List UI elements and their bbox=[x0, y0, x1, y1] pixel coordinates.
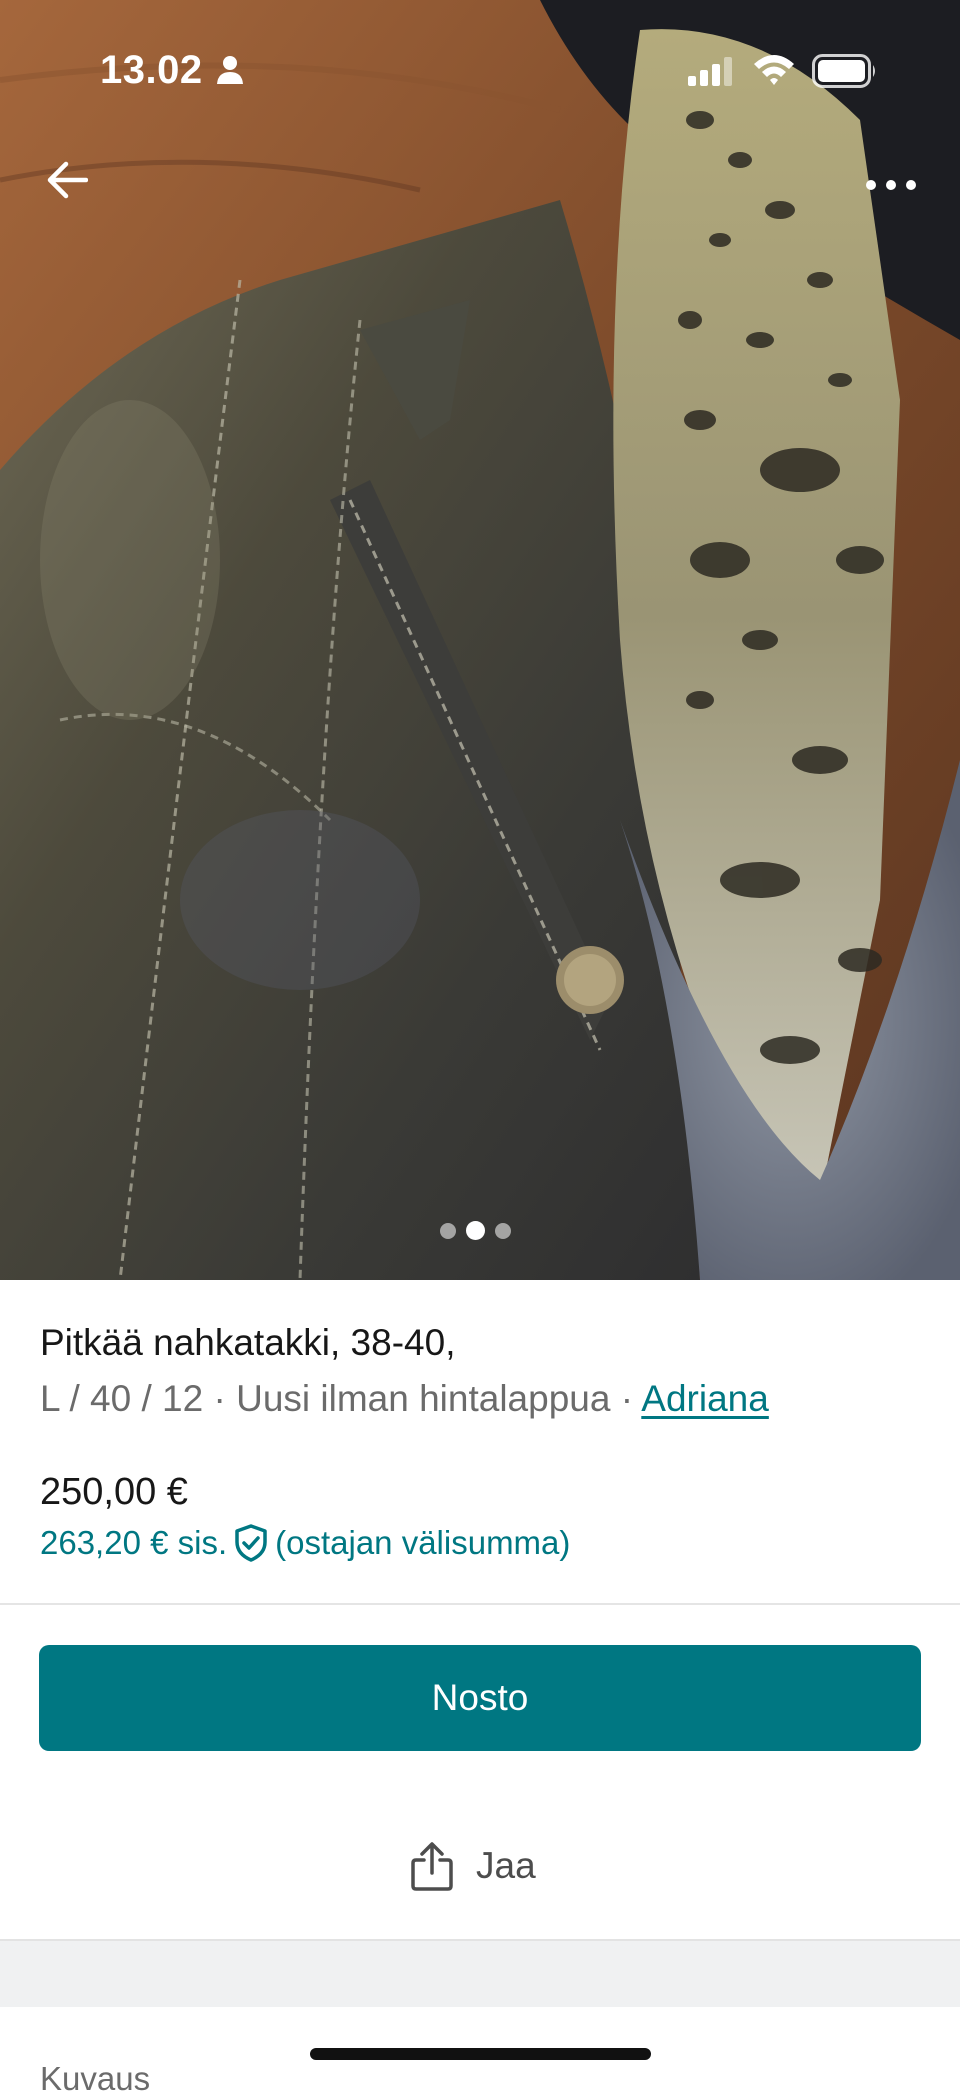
share-button[interactable]: Jaa bbox=[410, 1836, 536, 1896]
meta-separator: · bbox=[620, 1378, 634, 1419]
battery-icon bbox=[812, 54, 875, 88]
price-incl-value: 263,20 € sis. bbox=[40, 1524, 228, 1561]
share-label: Jaa bbox=[476, 1845, 536, 1886]
pager-dot[interactable] bbox=[495, 1222, 511, 1239]
item-price: 250,00 € bbox=[40, 1471, 188, 1513]
pager-dot[interactable] bbox=[440, 1222, 456, 1239]
divider bbox=[0, 1603, 960, 1605]
status-time: 13.02 bbox=[100, 48, 203, 92]
description-section-label: Kuvaus bbox=[40, 2060, 151, 2097]
back-arrow-icon bbox=[47, 161, 88, 199]
pager-dot-active[interactable] bbox=[466, 1221, 485, 1240]
item-condition: Uusi ilman hintalappua bbox=[236, 1378, 611, 1419]
status-bar: 13.02 bbox=[0, 0, 960, 140]
more-icon bbox=[866, 180, 916, 190]
back-button[interactable] bbox=[27, 140, 107, 220]
carousel-pager bbox=[440, 1221, 511, 1240]
item-size: L / 40 / 12 bbox=[40, 1378, 204, 1419]
wifi-icon bbox=[754, 55, 794, 85]
shield-check-icon bbox=[235, 1524, 267, 1562]
more-options-button[interactable] bbox=[851, 145, 931, 225]
person-icon bbox=[217, 56, 243, 84]
item-meta: L / 40 / 12 · Uusi ilman hintalappua · A… bbox=[40, 1378, 769, 1420]
brand-link[interactable]: Adriana bbox=[641, 1378, 769, 1419]
signal-icon bbox=[688, 57, 732, 86]
meta-separator: · bbox=[213, 1378, 226, 1419]
item-title: Pitkää nahkatakki, 38-40, bbox=[40, 1322, 456, 1363]
section-separator bbox=[0, 1939, 960, 2007]
home-indicator[interactable] bbox=[310, 2048, 651, 2060]
item-photo-carousel[interactable]: 13.02 bbox=[0, 0, 960, 1280]
price-incl-note: (ostajan välisumma) bbox=[275, 1524, 571, 1561]
share-icon bbox=[411, 1842, 453, 1891]
item-photo bbox=[0, 0, 960, 1280]
bump-button[interactable]: Nosto bbox=[39, 1645, 921, 1751]
buyer-protection-price[interactable]: 263,20 € sis. (ostajan välisumma) bbox=[40, 1523, 570, 1563]
